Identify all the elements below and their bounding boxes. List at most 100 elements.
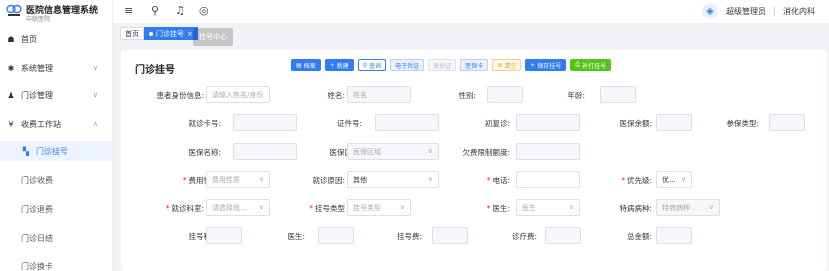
close-icon[interactable]: × — [187, 30, 193, 38]
patient-id-input[interactable]: 请输入姓名/身份 — [206, 86, 270, 103]
name-input[interactable]: 姓名 — [347, 86, 411, 103]
sidebar-subitem-refund[interactable]: 门诊退费 — [0, 199, 112, 219]
form-row-1: 患者身份信息: 请输入姓名/身份 姓名: 姓名 性别: 年龄: — [121, 86, 827, 103]
print-icon: ⎙ — [575, 61, 581, 68]
doctor-display-input[interactable] — [318, 227, 354, 244]
special-disease-select[interactable]: 特病病种 ∨ — [656, 199, 720, 216]
form-row-2: 就诊卡号: 证件号: 初复诊: 医保余额: 参保类型: — [121, 114, 827, 131]
tab-label: 门诊挂号 — [156, 29, 184, 38]
reg-fee-input[interactable] — [432, 227, 468, 244]
chevron-down-icon: ∨ — [258, 203, 264, 211]
phone-input[interactable] — [516, 171, 580, 188]
archive-button[interactable]: ▤ 档案 — [291, 59, 321, 71]
reprint-registration-button[interactable]: ⎙ 补打挂号 — [570, 59, 612, 71]
user-info: ◈ 超级管理员 消化内科 — [702, 3, 815, 19]
file-icon: ▤ — [296, 61, 302, 69]
chevron-down-icon: ∨ — [708, 203, 714, 211]
sidebar-subitem-registration[interactable]: ▚ 门诊挂号 — [0, 141, 112, 161]
chevron-down-icon: ∨ — [258, 175, 264, 183]
search-icon[interactable]: ⚲ — [151, 4, 159, 17]
visit-reason-label: 就诊原因: — [312, 176, 345, 185]
total-amount-label: 总金额: — [626, 232, 652, 241]
chevron-down-icon: ∨ — [427, 175, 433, 183]
toolbar: ▤ 档案 + 新建 ⚲ 查询 电子凭证 身份证 医保卡 ⊗ 清空 + 保存挂号 ⎙ 补打挂号 — [291, 59, 612, 71]
sidebar-item-label: 系统管理 — [21, 63, 53, 73]
visit-card-label: 就诊卡号: — [188, 119, 221, 128]
active-dot-icon — [149, 31, 153, 36]
department-name[interactable]: 消化内科 — [783, 6, 815, 17]
insurance-name-input[interactable] — [233, 143, 297, 160]
menu-toggle-icon[interactable]: ≡ — [124, 4, 133, 17]
sidebar-subitem-label: 门诊日结 — [21, 233, 53, 243]
first-visit-input[interactable] — [516, 114, 580, 131]
sidebar-item-outpatient[interactable]: ♟ 门诊管理 ∨ — [0, 85, 112, 105]
id-number-label: 证件号: — [336, 119, 362, 128]
new-button[interactable]: + 新建 — [324, 59, 354, 71]
sidebar-item-label: 门诊管理 — [21, 90, 53, 100]
name-label: 姓名: — [327, 91, 345, 100]
sidebar-subitem-daily-settle[interactable]: 门诊日结 — [0, 228, 112, 248]
page-title: 门诊挂号 — [135, 65, 175, 76]
drag-ghost-tab: 挂号中心 — [193, 28, 233, 46]
insurance-region-select[interactable]: 医保区域 ∨ — [347, 143, 439, 160]
fullscreen-icon[interactable]: ◎ — [199, 4, 209, 17]
reg-type-select[interactable]: 挂号类型 ∨ — [347, 199, 411, 216]
treatment-fee-label: 诊疗费: — [511, 232, 537, 241]
sidebar-item-system[interactable]: ✱ 系统管理 ∨ — [0, 58, 112, 78]
id-card-button[interactable]: 身份证 — [428, 59, 457, 71]
clear-icon: ⊗ — [497, 61, 503, 69]
insurance-balance-input[interactable] — [656, 114, 692, 131]
avatar[interactable]: ◈ — [702, 3, 718, 19]
tab-label: 首页 — [125, 29, 139, 38]
clear-button[interactable]: ⊗ 清空 — [492, 59, 522, 71]
visit-card-input[interactable] — [233, 114, 297, 131]
sidebar-subitem-label: 门诊挂号 — [36, 146, 68, 156]
gender-input[interactable] — [487, 86, 523, 103]
app-subtitle: 中联医院 — [26, 16, 51, 23]
chevron-down-icon: ∨ — [680, 175, 686, 183]
home-icon: ☗ — [7, 34, 15, 44]
insurance-card-button[interactable]: 医保卡 — [460, 59, 489, 71]
insurance-type-input[interactable] — [769, 114, 805, 131]
chevron-down-icon: ∨ — [399, 203, 405, 211]
visit-reason-select[interactable]: 其他 ∨ — [347, 171, 439, 188]
hospital-logo-icon — [6, 4, 22, 16]
sidebar-subitem-label: 门诊收费 — [21, 175, 53, 185]
top-bar: ≡ ⚲ ♫ ◎ ◈ 超级管理员 消化内科 — [113, 0, 829, 24]
phone-label: * 电话: — [486, 176, 510, 185]
chevron-down-icon: ∨ — [92, 64, 98, 72]
tab-home[interactable]: 首页 — [120, 27, 144, 40]
reg-dept-input[interactable] — [206, 227, 242, 244]
sidebar-item-cashier[interactable]: ¥ 收费工作站 ∧ — [0, 114, 112, 134]
sidebar-item-label: 收费工作站 — [21, 119, 61, 129]
reg-fee-label: 挂号费: — [396, 232, 422, 241]
query-button[interactable]: ⚲ 查询 — [357, 59, 387, 71]
age-input[interactable] — [600, 86, 636, 103]
fee-nature-select[interactable]: 费用性质 ∨ — [206, 171, 270, 188]
sidebar-subitem-card-change[interactable]: 门诊换卡 — [0, 256, 112, 271]
search-icon: ⚲ — [362, 61, 368, 69]
form-row-5: * 就诊科室: 请选择就... ∨ * 挂号类型 挂号类型 ∨ * 医生: 医生 ∨ … — [121, 199, 827, 216]
priority-select[interactable]: 优... ∨ — [656, 171, 692, 188]
dept-select[interactable]: 请选择就... ∨ — [206, 199, 270, 216]
sidebar-item-label: 首页 — [21, 34, 37, 44]
sidebar-subitem-charge[interactable]: 门诊收费 — [0, 170, 112, 190]
debt-limit-input[interactable] — [516, 143, 580, 160]
e-voucher-button[interactable]: 电子凭证 — [390, 59, 425, 71]
divider — [774, 6, 775, 16]
special-disease-label: 特病病种: — [619, 204, 652, 213]
reg-type-label: * 挂号类型 — [309, 204, 345, 213]
sidebar-item-home[interactable]: ☗ 首页 — [0, 29, 112, 49]
first-visit-label: 初复诊: — [484, 119, 510, 128]
user-name[interactable]: 超级管理员 — [726, 6, 766, 17]
plus-icon: + — [530, 61, 536, 69]
tab-registration[interactable]: 门诊挂号 × — [144, 27, 198, 40]
bell-icon[interactable]: ♫ — [175, 4, 185, 17]
id-number-input[interactable] — [375, 114, 439, 131]
gender-label: 性别: — [458, 91, 476, 100]
save-registration-button[interactable]: + 保存挂号 — [525, 59, 567, 71]
treatment-fee-input[interactable] — [545, 227, 581, 244]
total-amount-input[interactable] — [656, 227, 692, 244]
chevron-down-icon: ∨ — [568, 203, 574, 211]
doctor-select[interactable]: 医生 ∨ — [516, 199, 580, 216]
